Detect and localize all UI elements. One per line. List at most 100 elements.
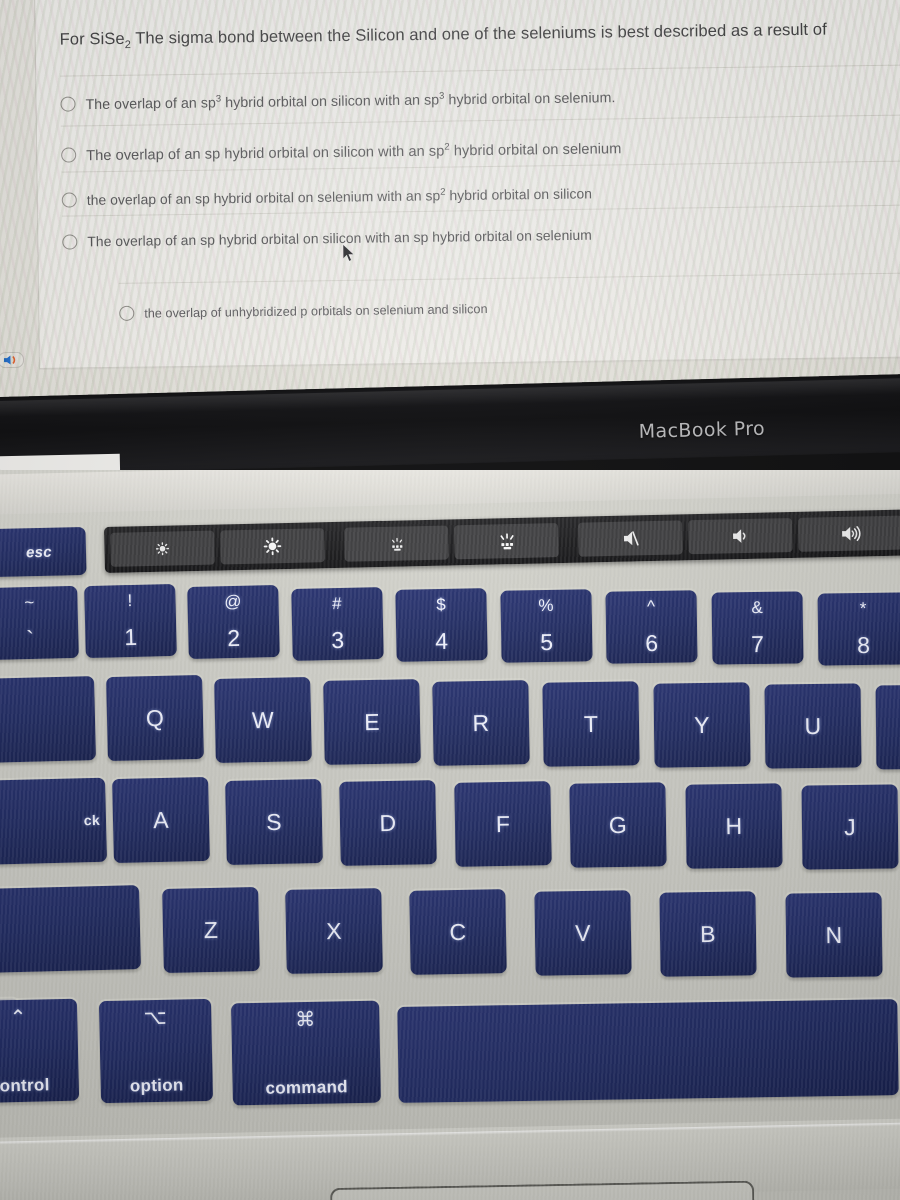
radio-button-4[interactable] [62,233,78,250]
answer-option-3[interactable]: the overlap of an sp hybrid orbital on s… [61,180,900,208]
command-glyph-icon: ⌘ [295,1008,316,1032]
key-shift-left[interactable] [0,885,141,975]
key-x[interactable]: X [285,888,383,974]
key-q[interactable]: Q [106,674,204,762]
mute-icon [623,531,639,546]
key-control[interactable]: ⌃ control [0,998,80,1104]
photo-of-laptop: For SiSe 2 The sigma bond between the Sil… [0,0,900,1200]
key-8-shift: * [859,598,867,619]
key-y[interactable]: Y [653,682,751,768]
key-a-label: A [152,806,170,833]
key-8-base: 8 [856,631,871,659]
key-backtick[interactable]: ~ ` [0,585,79,661]
key-6-base: 6 [645,629,659,657]
key-i-partial[interactable] [875,684,900,770]
key-esc[interactable]: esc [0,526,87,578]
key-caps-lock[interactable]: ck [0,777,107,867]
key-t[interactable]: T [542,681,640,767]
key-v[interactable]: V [534,890,632,976]
key-r[interactable]: R [432,680,530,766]
key-5-base: 5 [540,628,554,656]
touch-bar[interactable] [104,508,900,573]
option-4-label: The overlap of an sp hybrid orbital on s… [87,226,592,250]
touchbar-spacer [564,523,573,557]
key-c-label: C [449,918,467,945]
key-u[interactable]: U [764,683,862,769]
key-1-base: 1 [124,623,138,651]
key-tab[interactable] [0,676,97,764]
key-4-base: 4 [435,627,449,655]
macbook-pro-brand-label: MacBook Pro [638,417,766,443]
volume-up-icon [842,526,861,542]
key-3-shift: # [331,593,343,614]
option-3-label: the overlap of an sp hybrid orbital on s… [86,185,593,208]
key-8[interactable]: * 8 [817,592,900,666]
question-text: The sigma bond between the Silicon and o… [130,20,827,48]
key-spacebar[interactable] [397,999,899,1103]
volume-down-icon [733,529,746,543]
key-e[interactable]: E [323,679,421,765]
key-u-label: U [804,712,822,739]
key-b[interactable]: B [659,891,757,977]
radio-button-2[interactable] [61,147,77,164]
key-5-shift: % [538,595,555,616]
touchbar-spacer [330,528,339,562]
touchbar-volume-up[interactable] [797,515,900,552]
key-b-label: B [699,920,717,947]
radio-button-5[interactable] [119,305,135,321]
touchbar-keyboard-backlight-up[interactable] [454,523,559,560]
key-5[interactable]: % 5 [500,589,593,663]
key-s[interactable]: S [225,779,323,865]
key-q-label: Q [145,704,165,731]
key-d[interactable]: D [339,780,437,866]
key-2-base: 2 [227,624,241,652]
key-h[interactable]: H [685,783,783,869]
speaker-icon [0,351,25,369]
touchbar-brightness-down[interactable] [110,530,215,567]
key-2[interactable]: @ 2 [187,584,280,660]
key-j[interactable]: J [801,784,899,870]
touchbar-mute[interactable] [578,520,683,557]
key-n[interactable]: N [785,892,883,978]
answer-option-2[interactable]: The overlap of an sp hybrid orbital on s… [61,135,900,164]
key-1-shift: ! [127,590,133,611]
key-g[interactable]: G [569,782,667,868]
key-7[interactable]: & 7 [711,591,804,665]
option-divider [118,272,900,284]
radio-button-3[interactable] [61,192,77,208]
key-w[interactable]: W [214,677,312,763]
key-c[interactable]: C [409,889,507,975]
key-3[interactable]: # 3 [291,587,384,661]
option-5-label: the overlap of unhybridized p orbitals o… [144,301,488,321]
key-option[interactable]: ⌥ option [98,998,214,1104]
mouse-cursor-icon [342,243,355,262]
key-command[interactable]: ⌘ command [231,1000,381,1106]
brightness-down-icon [155,542,170,556]
key-h-label: H [725,812,743,839]
key-a[interactable]: A [112,776,210,864]
laptop-display: For SiSe2 The sigma bond between the Sil… [0,0,900,412]
key-7-shift: & [751,597,764,618]
key-n-label: N [825,921,843,948]
key-f[interactable]: F [454,781,552,867]
answer-option-4[interactable]: The overlap of an sp hybrid orbital on s… [62,222,900,249]
answer-option-5[interactable]: the overlap of unhybridized p orbitals o… [119,295,900,321]
option-1-label: The overlap of an sp3 hybrid orbital on … [85,90,616,114]
touchbar-brightness-up[interactable] [220,528,325,565]
keyboard-deck: esc ~ ` ! 1 @ 2 # 3 $ 4 % 5 ^ 6 & 7 * 8 … [0,470,900,1200]
option-divider [60,64,900,77]
option-glyph-icon: ⌥ [143,1006,168,1030]
key-g-label: G [608,811,628,838]
touchbar-volume-down[interactable] [687,517,793,555]
answer-option-1[interactable]: The overlap of an sp3 hybrid orbital on … [60,84,900,113]
touchbar-keyboard-backlight-down[interactable] [344,525,449,562]
key-z-label: Z [203,916,219,943]
key-backtick-shift: ~ [24,592,35,613]
radio-button-1[interactable] [60,96,76,113]
key-z[interactable]: Z [162,887,260,973]
option-divider [60,114,900,127]
key-4[interactable]: $ 4 [395,588,488,662]
key-6[interactable]: ^ 6 [605,590,698,664]
key-1[interactable]: ! 1 [84,583,177,659]
key-caps-lock-label: ck [83,811,101,829]
